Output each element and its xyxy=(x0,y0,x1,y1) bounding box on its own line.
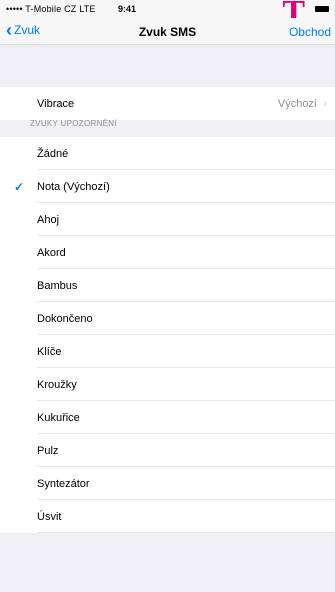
sound-option-label: Žádné xyxy=(37,147,69,160)
sound-option-label: Bambus xyxy=(37,279,78,292)
sound-option-label: Syntezátor xyxy=(37,477,90,490)
checkmark-icon: ✓ xyxy=(14,179,25,194)
carrier-label: ••••• T-Mobile CZ LTE xyxy=(6,4,96,14)
chevron-right-icon: › xyxy=(323,97,327,110)
sound-option-row[interactable]: Kukuřice xyxy=(0,401,335,434)
clock-time: 9:41 xyxy=(118,4,137,14)
sound-option-row[interactable]: Úsvit xyxy=(0,500,335,533)
sound-option-row[interactable]: Klíče xyxy=(0,335,335,368)
battery-icon xyxy=(315,6,329,12)
sound-option-label: Nota (Výchozí) xyxy=(37,180,110,193)
sound-option-row[interactable]: Dokončeno xyxy=(0,302,335,335)
sound-option-row[interactable]: Akord xyxy=(0,236,335,269)
store-button[interactable]: Obchod xyxy=(289,25,331,39)
sound-option-row[interactable]: Kroužky xyxy=(0,368,335,401)
page-title: Zvuk SMS xyxy=(138,25,197,39)
sound-option-label: Ahoj xyxy=(37,213,60,226)
sound-option-row[interactable]: Pulz xyxy=(0,434,335,467)
vibration-label: Vibrace xyxy=(37,97,75,110)
sound-option-label: Kroužky xyxy=(37,378,77,391)
sound-option-label: Klíče xyxy=(37,345,62,358)
sound-option-row[interactable]: Bambus xyxy=(0,269,335,302)
sound-option-label: Akord xyxy=(37,246,66,259)
sound-option-label: Pulz xyxy=(37,444,59,457)
sound-option-row[interactable]: Žádné xyxy=(0,137,335,170)
sound-option-row[interactable]: ✓ Nota (Výchozí) xyxy=(0,170,335,203)
section-header: ZVUKY UPOZORNĚNÍ xyxy=(30,119,117,128)
vibration-row[interactable]: Vibrace Výchozí › xyxy=(0,87,335,120)
sound-option-row[interactable]: Ahoj xyxy=(0,203,335,236)
vibration-value: Výchozí xyxy=(277,97,317,110)
sound-option-label: Úsvit xyxy=(37,510,62,523)
navigation-bar: ‹ Zvuk Zvuk SMS Obchod xyxy=(0,18,335,45)
sound-option-label: Kukuřice xyxy=(37,411,80,424)
row-separator xyxy=(37,532,335,533)
sound-option-row[interactable]: Syntezátor xyxy=(0,467,335,500)
sound-option-label: Dokončeno xyxy=(37,312,93,325)
